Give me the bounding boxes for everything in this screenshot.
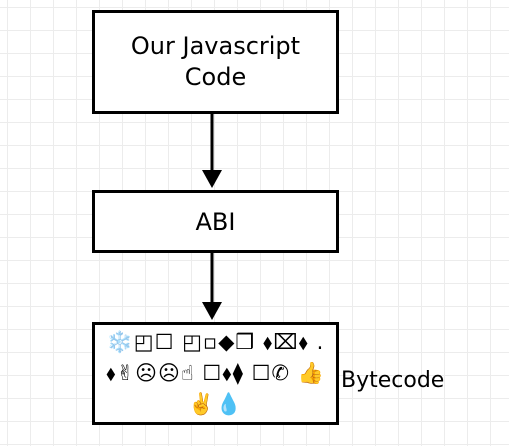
bytecode-caption: Bytecode <box>341 368 445 393</box>
abi-label: ABI <box>195 207 236 236</box>
source-code-label: Our Javascript Code <box>130 32 301 91</box>
arrow-source-to-abi <box>202 114 222 188</box>
bytecode-symbols: ❄️◰☐ ◰▫︎◆❒ ⬧⌧⬧ . ⬧✌︎☹︎☹︎☝︎ ☐⬧⧫ ☐✆ 👍✌️💧 <box>106 330 325 416</box>
bytecode-box: ❄️◰☐ ◰▫︎◆❒ ⬧⌧⬧ . ⬧✌︎☹︎☹︎☝︎ ☐⬧⧫ ☐✆ 👍✌️💧 <box>92 322 339 425</box>
arrow-abi-to-bytecode <box>202 253 222 320</box>
abi-box: ABI <box>92 190 339 253</box>
diagram-canvas: Our Javascript Code ABI ❄️◰☐ ◰▫︎◆❒ ⬧⌧⬧ .… <box>0 0 509 446</box>
source-code-box: Our Javascript Code <box>92 10 339 114</box>
